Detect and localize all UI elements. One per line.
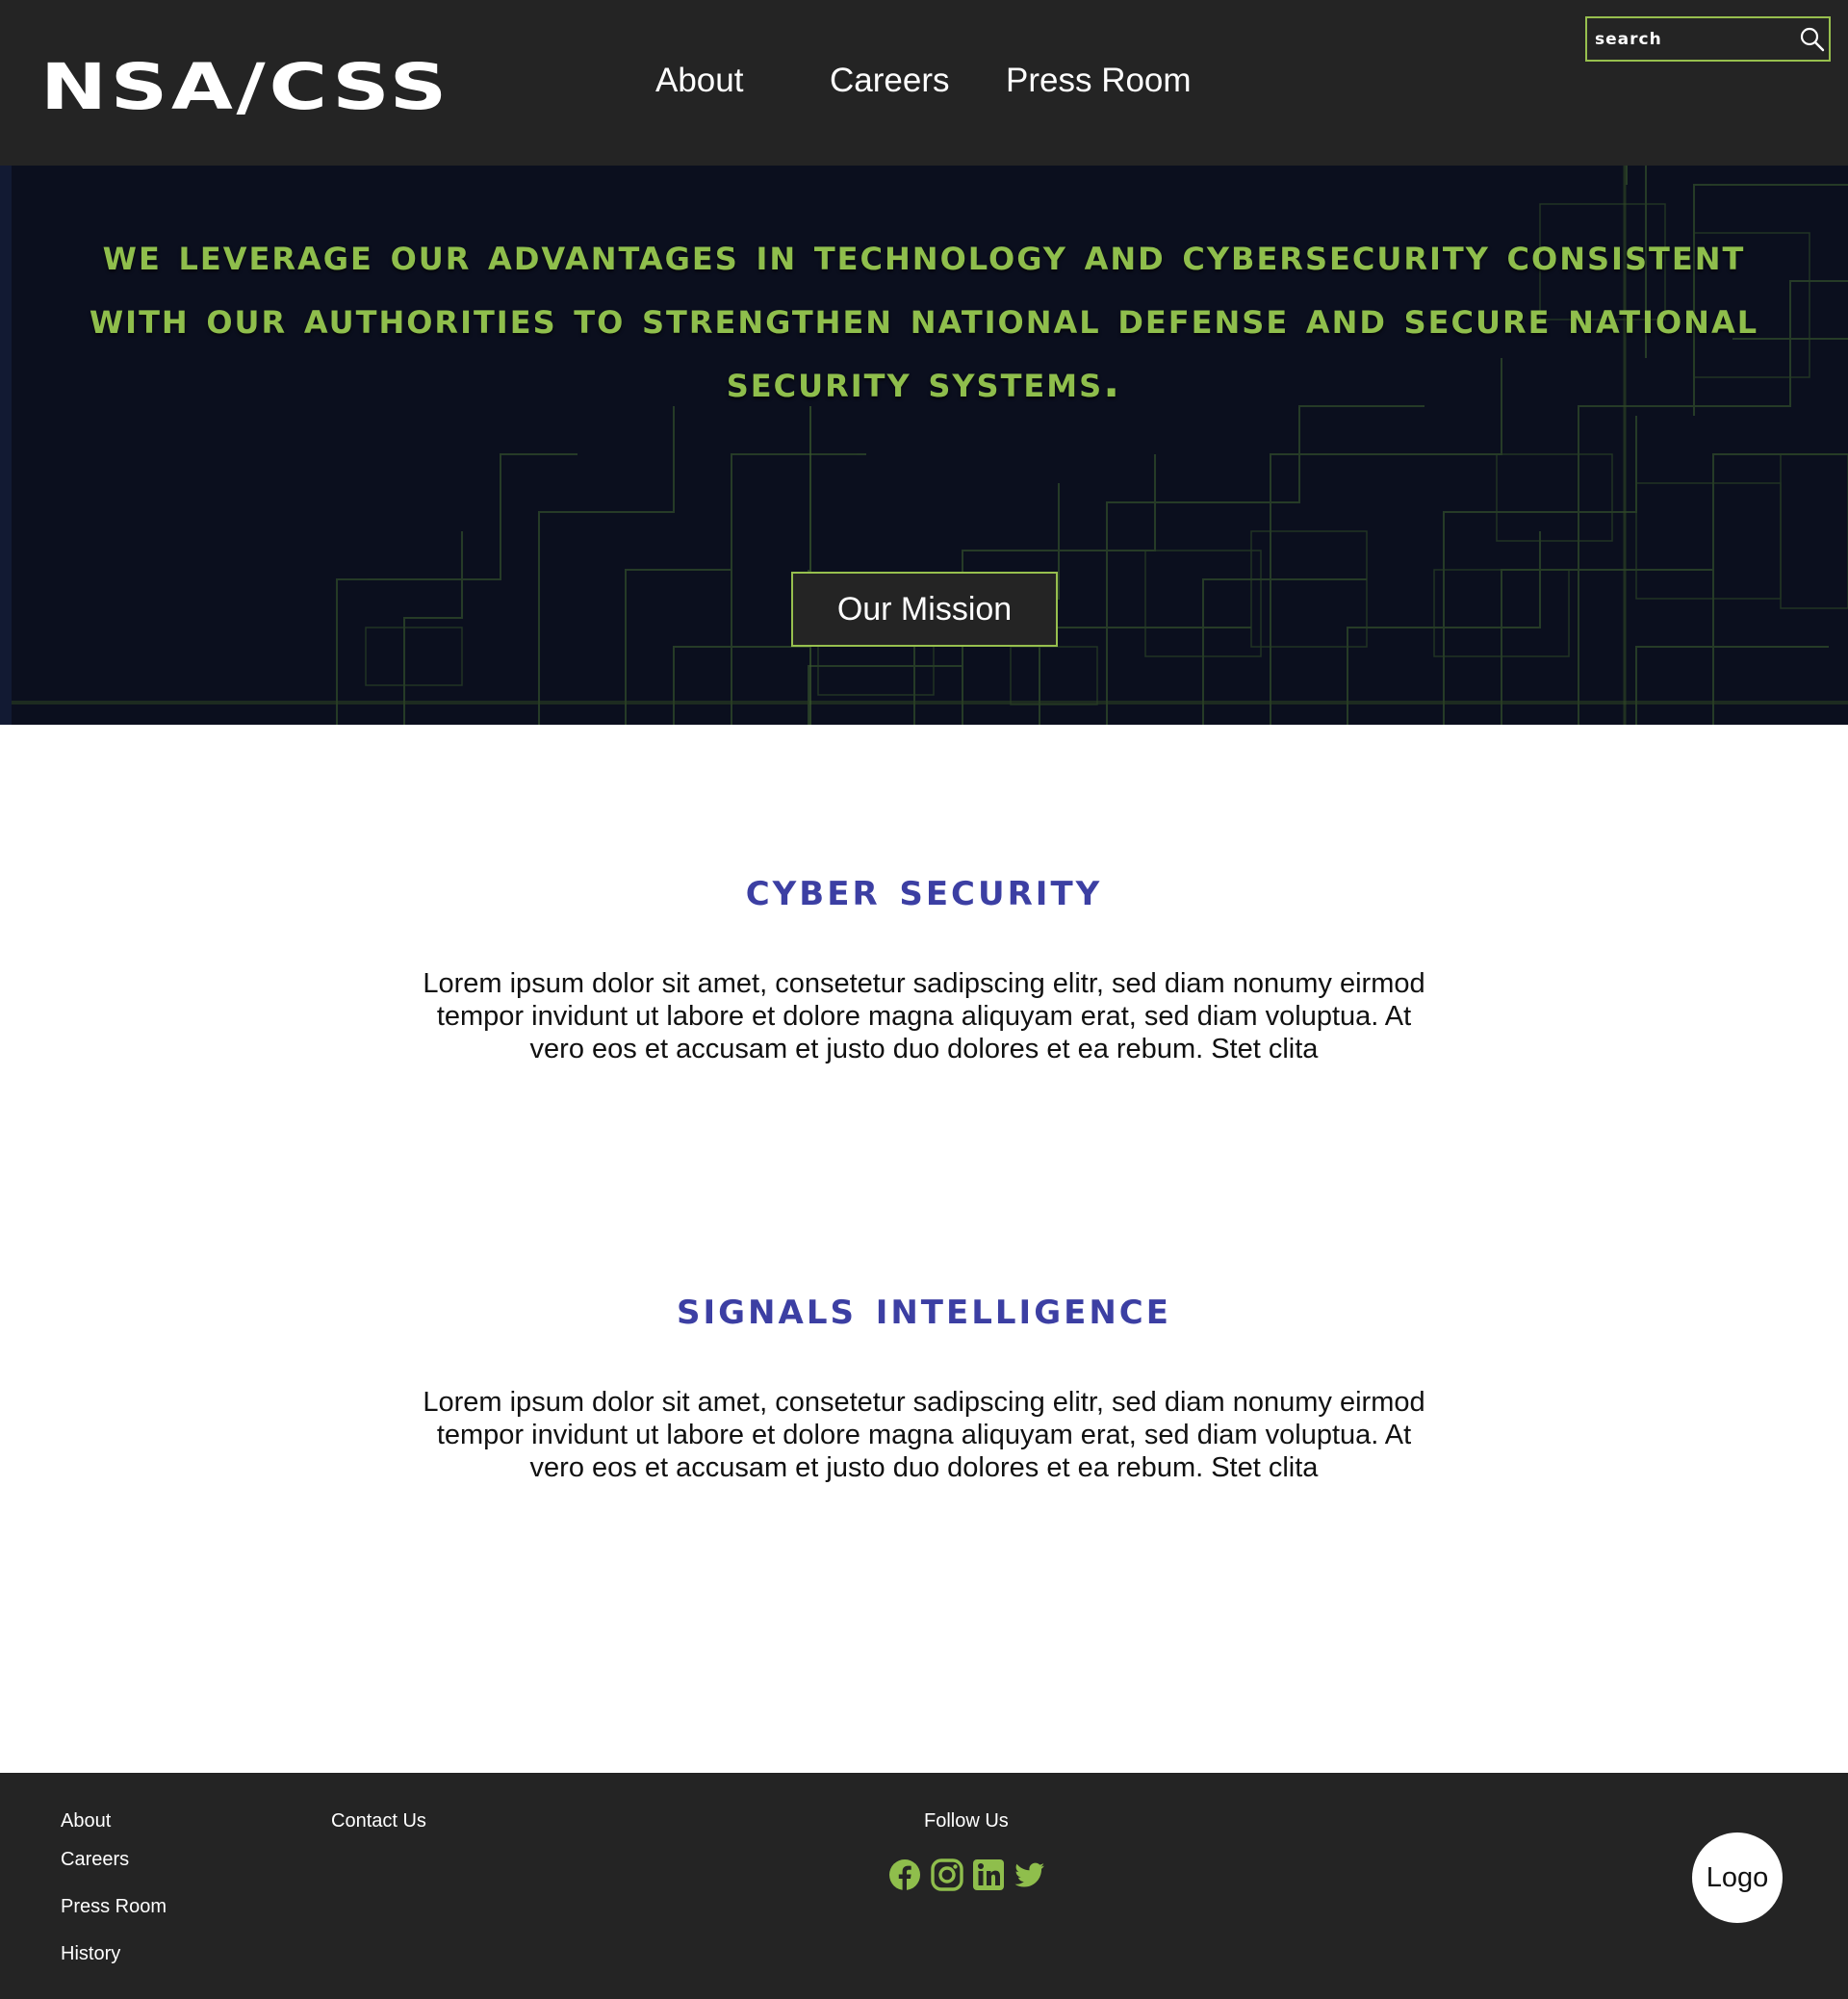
section-title-signals-intelligence: Signals Intelligence	[677, 1281, 1171, 1335]
site-logo[interactable]: NSA/CSS	[40, 56, 450, 119]
nav-press-room[interactable]: Press Room	[1006, 62, 1192, 100]
footer-link-careers[interactable]: Careers	[61, 1848, 129, 1871]
site-header: NSA/CSS About Careers Press Room	[0, 0, 1848, 166]
section-body-signals-intelligence: Lorem ipsum dolor sit amet, consetetur s…	[423, 1387, 1425, 1483]
hero-banner: We leverage our advantages in technology…	[0, 166, 1848, 725]
footer-link-history[interactable]: History	[61, 1942, 120, 1965]
linkedin-icon[interactable]	[971, 1858, 1006, 1892]
site-footer: About Careers Press Room History Contact…	[0, 1773, 1848, 1999]
nav-careers[interactable]: Careers	[830, 62, 949, 100]
hero-edge	[0, 166, 12, 725]
section-body-cyber-security: Lorem ipsum dolor sit amet, consetetur s…	[423, 968, 1425, 1064]
search-box	[1585, 16, 1831, 62]
footer-logo[interactable]: Logo	[1692, 1832, 1783, 1923]
footer-link-press-room[interactable]: Press Room	[61, 1895, 167, 1918]
footer-link-about[interactable]: About	[61, 1809, 111, 1832]
twitter-icon[interactable]	[1013, 1858, 1047, 1892]
footer-link-contact-us[interactable]: Contact Us	[331, 1809, 426, 1832]
instagram-icon[interactable]	[930, 1858, 964, 1892]
our-mission-button[interactable]: Our Mission	[791, 572, 1058, 647]
facebook-icon[interactable]	[887, 1858, 922, 1892]
search-input[interactable]	[1587, 18, 1789, 60]
nav-about[interactable]: About	[655, 62, 743, 100]
search-icon[interactable]	[1799, 26, 1826, 53]
hero-statement: We leverage our advantages in technology…	[89, 229, 1759, 407]
section-title-cyber-security: Cyber Security	[745, 862, 1103, 916]
follow-us-label: Follow Us	[924, 1810, 1009, 1832]
